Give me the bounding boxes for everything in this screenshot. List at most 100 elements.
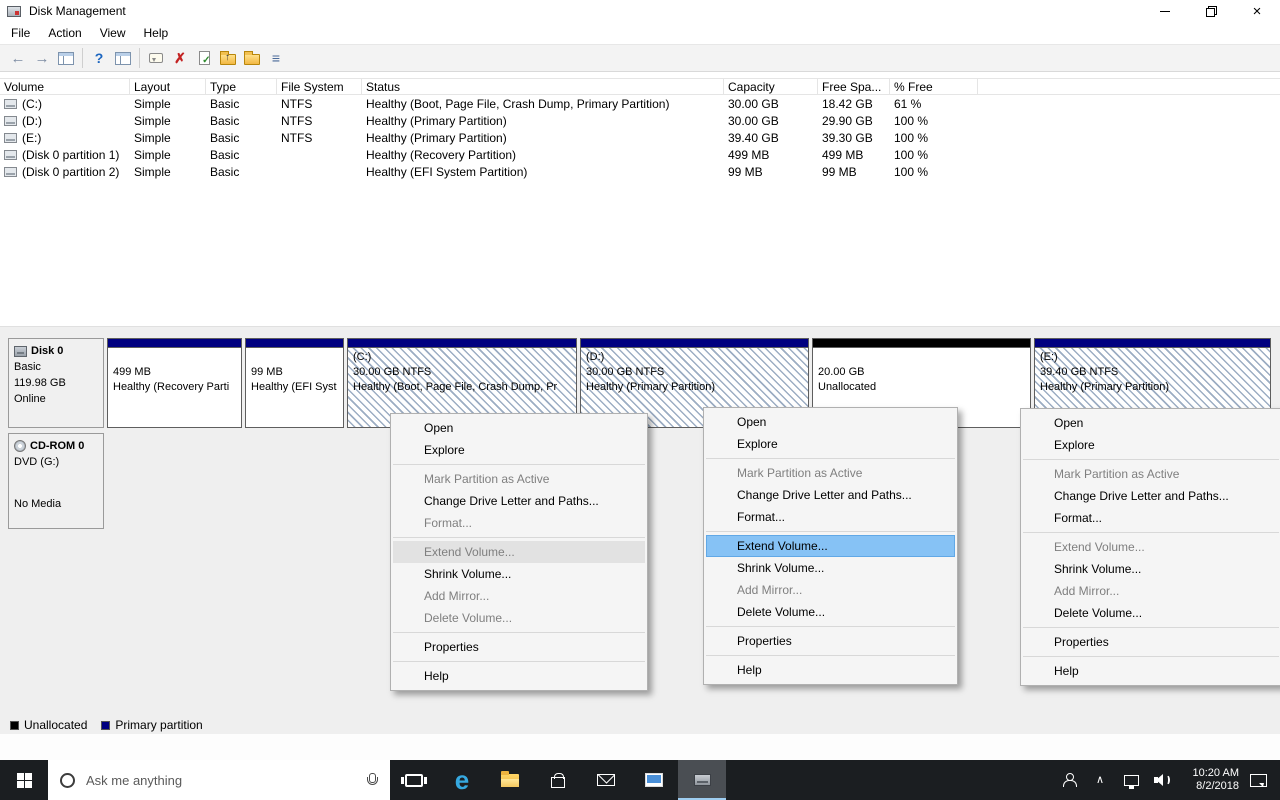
primary-partition-swatch <box>101 721 110 730</box>
volume-row-d[interactable]: (D:) Simple Basic NTFS Healthy (Primary … <box>0 112 1280 129</box>
task-view-button[interactable] <box>390 760 438 800</box>
cell-pct-free: 100 % <box>890 148 978 162</box>
column-header-layout[interactable]: Layout <box>130 79 206 94</box>
cell-layout: Simple <box>130 148 206 162</box>
network-button[interactable] <box>1119 775 1143 786</box>
menu-item-explore[interactable]: Explore <box>1023 434 1279 456</box>
file-explorer-button[interactable] <box>486 760 534 800</box>
start-button[interactable] <box>0 760 48 800</box>
edge-button[interactable]: e <box>438 760 486 800</box>
cell-free-space: 29.90 GB <box>818 114 890 128</box>
volume-row-e[interactable]: (E:) Simple Basic NTFS Healthy (Primary … <box>0 129 1280 146</box>
column-header-file-system[interactable]: File System <box>277 79 362 94</box>
menu-separator <box>706 655 955 656</box>
people-icon <box>1061 773 1077 787</box>
action-center-button[interactable] <box>1246 774 1270 787</box>
menu-item-format[interactable]: Format... <box>706 506 955 528</box>
restore-button[interactable] <box>1188 0 1234 22</box>
menu-action[interactable]: Action <box>39 23 90 43</box>
cell-pct-free: 100 % <box>890 165 978 179</box>
column-header-free-space[interactable]: Free Spa... <box>818 79 890 94</box>
menu-file[interactable]: File <box>2 23 39 43</box>
column-header-volume[interactable]: Volume <box>0 79 130 94</box>
mail-button[interactable] <box>582 760 630 800</box>
menu-item-explore[interactable]: Explore <box>393 439 645 461</box>
menu-item-shrink-volume[interactable]: Shrink Volume... <box>393 563 645 585</box>
app-window-button[interactable] <box>630 760 678 800</box>
cd-icon <box>14 440 26 452</box>
action-bubble-icon[interactable] <box>144 46 168 70</box>
menu-item-help[interactable]: Help <box>706 659 955 681</box>
menu-item-properties[interactable]: Properties <box>393 636 645 658</box>
menu-view[interactable]: View <box>91 23 135 43</box>
menu-item-change-drive-letter[interactable]: Change Drive Letter and Paths... <box>393 490 645 512</box>
cell-capacity: 499 MB <box>724 148 818 162</box>
menu-item-help[interactable]: Help <box>393 665 645 687</box>
up-level-icon[interactable]: ↑ <box>216 46 240 70</box>
cell-type: Basic <box>206 165 277 179</box>
menu-item-explore[interactable]: Explore <box>706 433 955 455</box>
cell-volume: (D:) <box>22 114 42 128</box>
legend-label: Unallocated <box>24 718 87 732</box>
cell-type: Basic <box>206 131 277 145</box>
cell-type: Basic <box>206 148 277 162</box>
disk-management-taskbar-button[interactable] <box>678 760 726 800</box>
disk-name: Disk 0 <box>31 344 63 358</box>
cell-capacity: 30.00 GB <box>724 114 818 128</box>
forward-icon[interactable]: → <box>30 46 54 70</box>
delete-icon[interactable]: ✗ <box>168 46 192 70</box>
volume-button[interactable] <box>1150 774 1174 786</box>
menu-item-help[interactable]: Help <box>1023 660 1279 682</box>
minimize-button[interactable] <box>1142 0 1188 22</box>
disk-management-icon <box>7 6 21 17</box>
back-icon[interactable]: ← <box>6 46 30 70</box>
column-header-status[interactable]: Status <box>362 79 724 94</box>
partition-name: (E:) <box>1040 350 1265 365</box>
menu-separator <box>706 531 955 532</box>
menu-item-delete-volume[interactable]: Delete Volume... <box>706 601 955 623</box>
menu-item-shrink-volume[interactable]: Shrink Volume... <box>1023 558 1279 580</box>
store-button[interactable] <box>534 760 582 800</box>
hidden-icons-button[interactable]: ∧ <box>1088 775 1112 786</box>
details-list-icon[interactable]: ≡ <box>264 46 288 70</box>
menu-item-delete-volume[interactable]: Delete Volume... <box>1023 602 1279 624</box>
partition-size: 30.00 GB NTFS <box>353 365 571 380</box>
column-header-pct-free[interactable]: % Free <box>890 79 978 94</box>
disk-0-panel[interactable]: Disk 0 Basic 119.98 GB Online <box>8 338 104 428</box>
column-header-capacity[interactable]: Capacity <box>724 79 818 94</box>
column-header-type[interactable]: Type <box>206 79 277 94</box>
folder-icon[interactable] <box>240 46 264 70</box>
menu-item-extend-volume[interactable]: Extend Volume... <box>706 535 955 557</box>
partition-status: Healthy (Primary Partition) <box>586 380 803 395</box>
properties-window-icon[interactable] <box>111 46 135 70</box>
menu-item-change-drive-letter[interactable]: Change Drive Letter and Paths... <box>706 484 955 506</box>
cell-status: Healthy (Recovery Partition) <box>362 148 724 162</box>
menu-help[interactable]: Help <box>135 23 178 43</box>
menu-item-format[interactable]: Format... <box>1023 507 1279 529</box>
partition-block-efi[interactable]: 99 MB Healthy (EFI Syst <box>245 338 344 428</box>
console-tree-icon[interactable] <box>54 46 78 70</box>
menu-item-properties[interactable]: Properties <box>1023 631 1279 653</box>
close-button[interactable]: × <box>1234 0 1280 22</box>
menu-item-open[interactable]: Open <box>706 411 955 433</box>
menu-item-open[interactable]: Open <box>393 417 645 439</box>
microphone-icon[interactable] <box>366 773 377 787</box>
menu-item-shrink-volume[interactable]: Shrink Volume... <box>706 557 955 579</box>
store-icon <box>551 777 565 788</box>
people-button[interactable] <box>1057 773 1081 787</box>
speaker-icon <box>1154 774 1171 786</box>
menu-item-properties[interactable]: Properties <box>706 630 955 652</box>
taskbar-clock[interactable]: 10:20 AM 8/2/2018 <box>1181 767 1239 793</box>
volume-row-partition1[interactable]: (Disk 0 partition 1) Simple Basic Health… <box>0 146 1280 163</box>
cdrom-0-panel[interactable]: CD-ROM 0 DVD (G:) No Media <box>8 433 104 529</box>
check-document-icon[interactable]: ✓ <box>192 46 216 70</box>
disk-management-taskbar-icon <box>694 774 711 786</box>
help-icon[interactable]: ? <box>87 46 111 70</box>
volume-row-partition2[interactable]: (Disk 0 partition 2) Simple Basic Health… <box>0 163 1280 180</box>
partition-block-recovery[interactable]: 499 MB Healthy (Recovery Parti <box>107 338 242 428</box>
cell-status: Healthy (Boot, Page File, Crash Dump, Pr… <box>362 97 724 111</box>
menu-item-open[interactable]: Open <box>1023 412 1279 434</box>
volume-row-c[interactable]: (C:) Simple Basic NTFS Healthy (Boot, Pa… <box>0 95 1280 112</box>
taskbar-search[interactable]: Ask me anything <box>48 760 390 800</box>
menu-item-change-drive-letter[interactable]: Change Drive Letter and Paths... <box>1023 485 1279 507</box>
